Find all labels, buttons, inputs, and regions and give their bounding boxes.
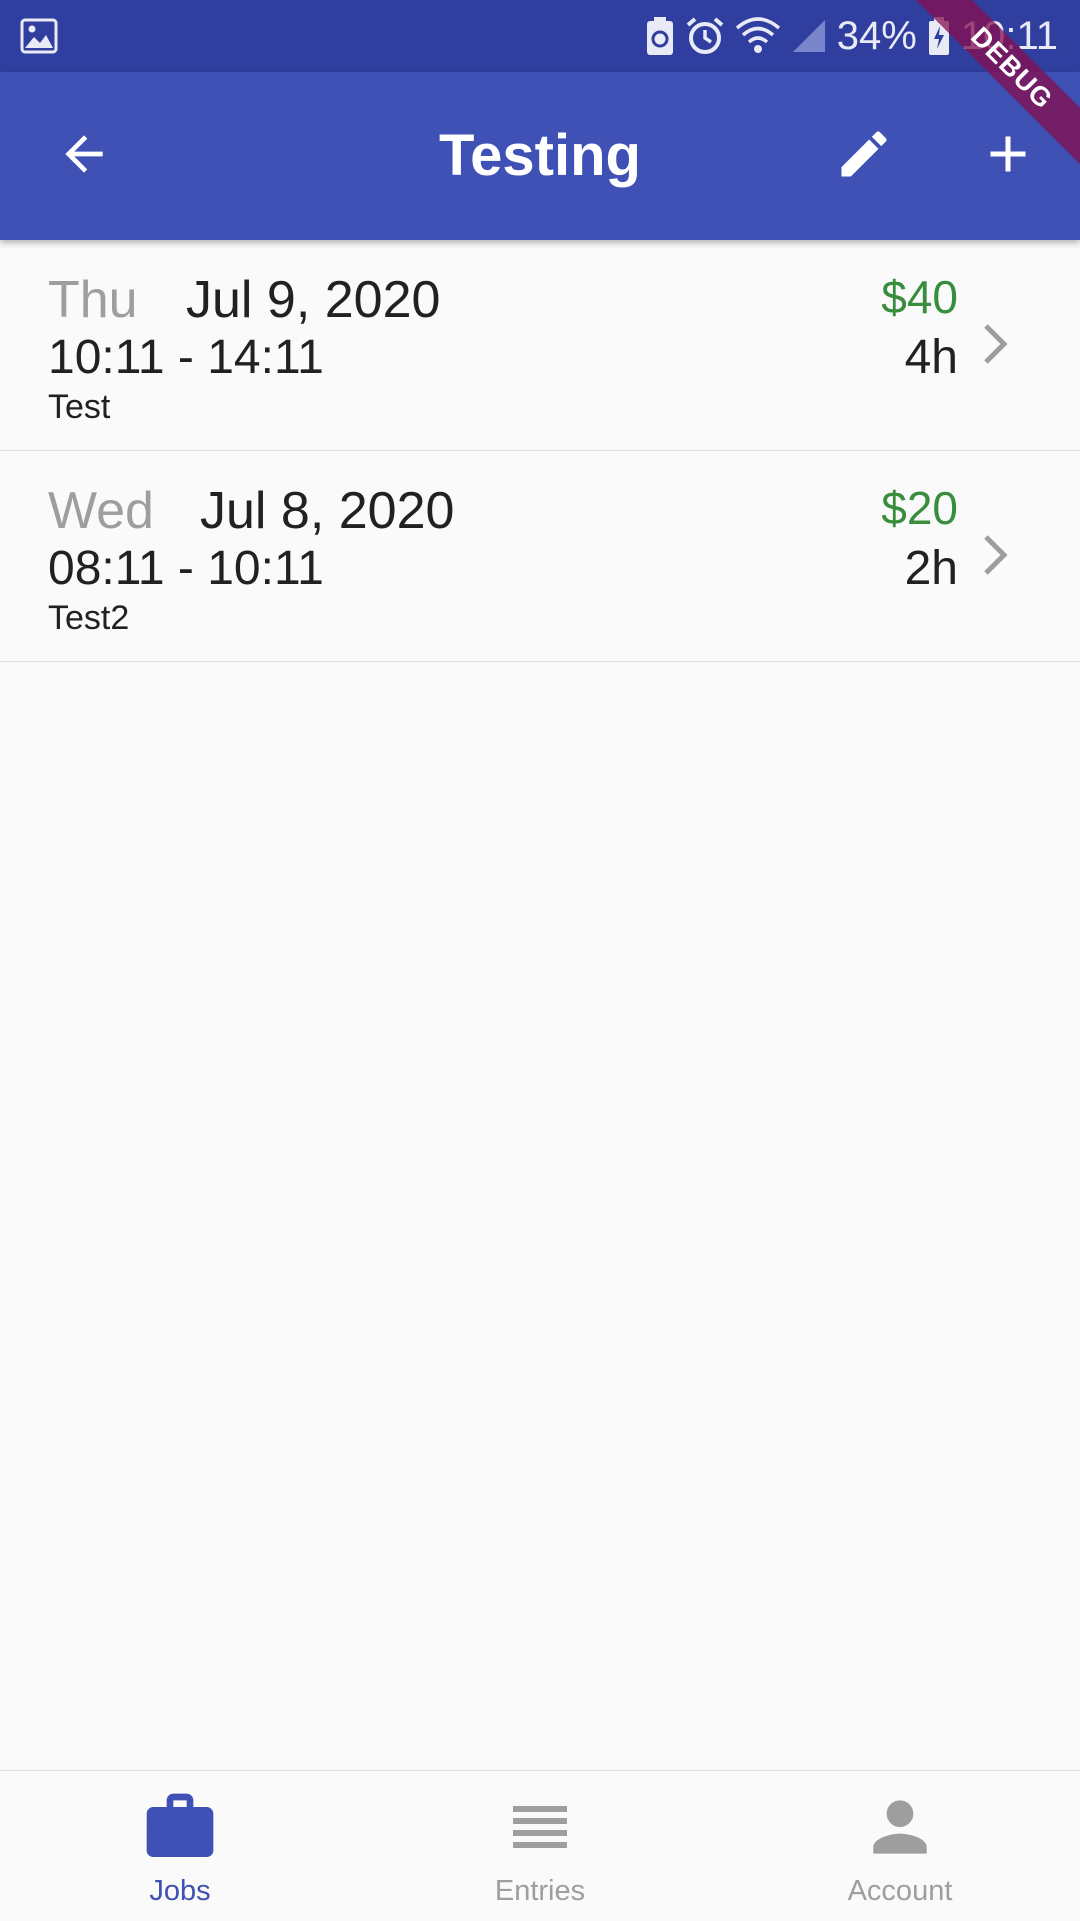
nav-item-jobs[interactable]: Jobs <box>0 1771 360 1921</box>
entry-pay: $20 <box>881 482 958 534</box>
app-bar: Testing <box>0 72 1080 240</box>
back-button[interactable] <box>40 112 128 200</box>
briefcase-icon <box>140 1787 220 1867</box>
entry-row[interactable]: Wed Jul 8, 2020 08:11 - 10:11 Test2 $20 … <box>0 451 1080 662</box>
edit-button[interactable] <box>820 112 908 200</box>
entry-time-range: 10:11 - 14:11 <box>48 331 324 384</box>
add-button[interactable] <box>964 112 1052 200</box>
nav-label-jobs: Jobs <box>149 1875 211 1907</box>
bottom-navigation: Jobs Entries Account <box>0 1770 1080 1921</box>
entry-day: Thu <box>48 271 138 329</box>
entry-day: Wed <box>48 482 154 540</box>
nav-label-entries: Entries <box>494 1875 586 1907</box>
image-icon <box>20 17 58 55</box>
nav-item-account[interactable]: Account <box>720 1771 1080 1921</box>
entry-time-range: 08:11 - 10:11 <box>48 542 324 595</box>
entry-date: Jul 8, 2020 <box>200 482 455 540</box>
entry-row[interactable]: Thu Jul 9, 2020 10:11 - 14:11 Test $40 4… <box>0 240 1080 451</box>
arrow-back-icon <box>56 126 112 187</box>
entries-list: Thu Jul 9, 2020 10:11 - 14:11 Test $40 4… <box>0 240 1080 662</box>
entry-pay: $40 <box>881 271 958 323</box>
chevron-right-icon <box>976 529 1016 581</box>
battery-saver-icon <box>645 16 675 56</box>
add-icon <box>978 124 1038 189</box>
page-title: Testing <box>439 123 641 188</box>
list-icon <box>500 1787 580 1867</box>
nav-item-entries[interactable]: Entries <box>360 1771 720 1921</box>
status-bar: 34% 10:11 <box>0 0 1080 72</box>
person-icon <box>860 1787 940 1867</box>
status-time: 10:11 <box>960 13 1058 58</box>
entry-duration: 2h <box>904 542 958 595</box>
edit-pencil-icon <box>834 124 894 189</box>
signal-icon <box>791 18 827 54</box>
entry-date: Jul 9, 2020 <box>186 271 441 329</box>
battery-charging-icon <box>927 16 951 56</box>
chevron-right-icon <box>976 318 1016 370</box>
entry-comment: Test2 <box>48 599 130 637</box>
wifi-icon <box>735 16 781 56</box>
nav-label-account: Account <box>847 1875 953 1907</box>
entry-duration: 4h <box>904 331 958 384</box>
entry-comment: Test <box>48 388 111 426</box>
battery-percent: 34% <box>836 13 917 58</box>
alarm-icon <box>685 16 725 56</box>
